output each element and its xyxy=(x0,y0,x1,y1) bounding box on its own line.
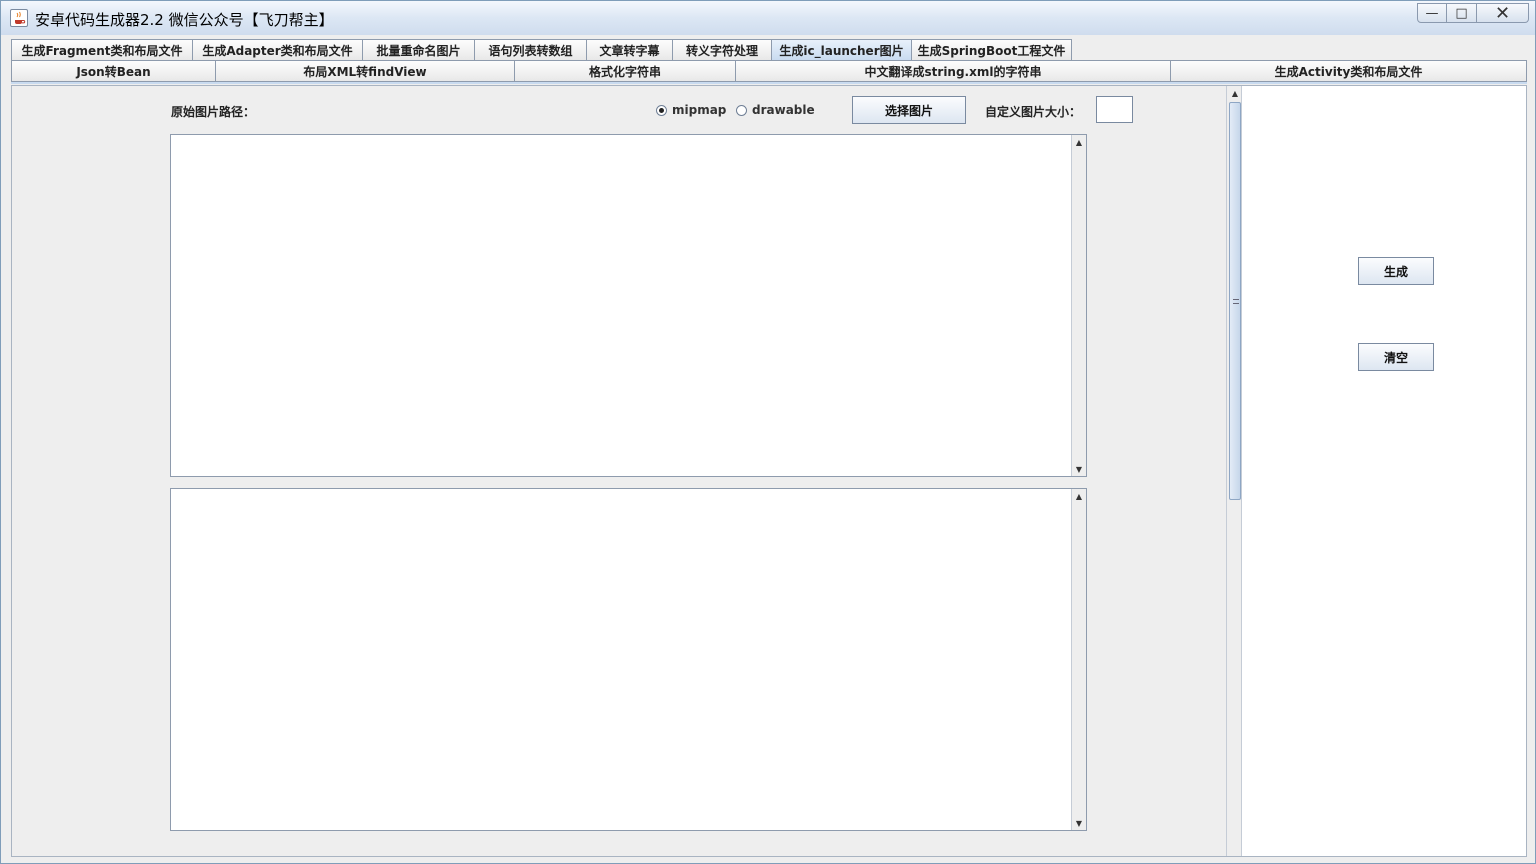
scroll-down-icon[interactable]: ▼ xyxy=(1072,816,1086,830)
form-pane: 原始图片路径： mipmap drawable 选择图片 自定义图片大小： ▲ … xyxy=(12,86,1226,856)
actions-pane: 生成 清空 xyxy=(1242,86,1526,856)
tab-strip-row-1: 生成Fragment类和布局文件 生成Adapter类和布局文件 批量重命名图片… xyxy=(11,39,1072,60)
tab-json-bean[interactable]: Json转Bean xyxy=(11,60,216,81)
tab-article-subtitles[interactable]: 文章转字幕 xyxy=(586,39,673,60)
custom-size-label: 自定义图片大小： xyxy=(985,105,1082,119)
output-scrollbar[interactable]: ▲ ▼ xyxy=(1071,489,1086,830)
clear-button[interactable]: 清空 xyxy=(1358,343,1434,371)
radio-selected-icon xyxy=(656,104,667,116)
tab-ic-launcher[interactable]: 生成ic_launcher图片 xyxy=(771,39,912,60)
grip-icon xyxy=(1233,299,1239,304)
generate-button[interactable]: 生成 xyxy=(1358,257,1434,285)
tab-translate-string-xml[interactable]: 中文翻译成string.xml的字符串 xyxy=(735,60,1171,81)
java-cup-icon[interactable] xyxy=(10,9,28,27)
scrollbar-thumb[interactable] xyxy=(1229,102,1241,500)
close-icon: ✕ xyxy=(1494,2,1511,24)
image-path-label: 原始图片路径： xyxy=(171,105,256,119)
tab-adapter[interactable]: 生成Adapter类和布局文件 xyxy=(192,39,363,60)
tab-format-string[interactable]: 格式化字符串 xyxy=(514,60,736,81)
input-textarea[interactable]: ▲ ▼ xyxy=(170,134,1087,477)
radio-drawable[interactable]: drawable xyxy=(736,103,815,117)
app-window: 安卓代码生成器2.2 微信公众号【飞刀帮主】 — □ ✕ 生成Fragment类… xyxy=(0,0,1536,864)
input-scrollbar[interactable]: ▲ ▼ xyxy=(1071,135,1086,476)
scroll-down-icon[interactable]: ▼ xyxy=(1072,462,1086,476)
radio-mipmap-label: mipmap xyxy=(672,103,727,117)
window-title: 安卓代码生成器2.2 微信公众号【飞刀帮主】 xyxy=(35,11,334,29)
custom-size-input[interactable] xyxy=(1096,96,1133,123)
choose-image-button[interactable]: 选择图片 xyxy=(852,96,966,124)
pane-scrollbar[interactable]: ▲ xyxy=(1226,86,1242,856)
radio-mipmap[interactable]: mipmap xyxy=(656,103,726,117)
maximize-button[interactable]: □ xyxy=(1447,3,1477,23)
tab-strip-row-2: Json转Bean 布局XML转findView 格式化字符串 中文翻译成str… xyxy=(11,60,1527,81)
maximize-icon: □ xyxy=(1455,5,1468,21)
minimize-icon: — xyxy=(1425,5,1439,21)
close-button[interactable]: ✕ xyxy=(1477,2,1529,24)
scroll-up-icon[interactable]: ▲ xyxy=(1228,86,1242,100)
minimize-button[interactable]: — xyxy=(1417,3,1447,23)
tab-content: 原始图片路径： mipmap drawable 选择图片 自定义图片大小： ▲ … xyxy=(11,85,1527,857)
tab-fragment[interactable]: 生成Fragment类和布局文件 xyxy=(11,39,193,60)
tab-divider xyxy=(11,81,1527,84)
title-bar: 安卓代码生成器2.2 微信公众号【飞刀帮主】 — □ ✕ xyxy=(1,1,1535,35)
radio-unselected-icon xyxy=(736,104,747,116)
radio-drawable-label: drawable xyxy=(752,103,815,117)
scroll-up-icon[interactable]: ▲ xyxy=(1072,135,1086,149)
window-controls: — □ ✕ xyxy=(1417,2,1529,24)
output-textarea[interactable]: ▲ ▼ xyxy=(170,488,1087,831)
tab-rename-images[interactable]: 批量重命名图片 xyxy=(362,39,475,60)
tab-springboot[interactable]: 生成SpringBoot工程文件 xyxy=(911,39,1072,60)
tab-escape-chars[interactable]: 转义字符处理 xyxy=(672,39,772,60)
tab-list-to-array[interactable]: 语句列表转数组 xyxy=(474,39,587,60)
tab-xml-findview[interactable]: 布局XML转findView xyxy=(215,60,515,81)
scroll-up-icon[interactable]: ▲ xyxy=(1072,489,1086,503)
tab-activity[interactable]: 生成Activity类和布局文件 xyxy=(1170,60,1527,81)
